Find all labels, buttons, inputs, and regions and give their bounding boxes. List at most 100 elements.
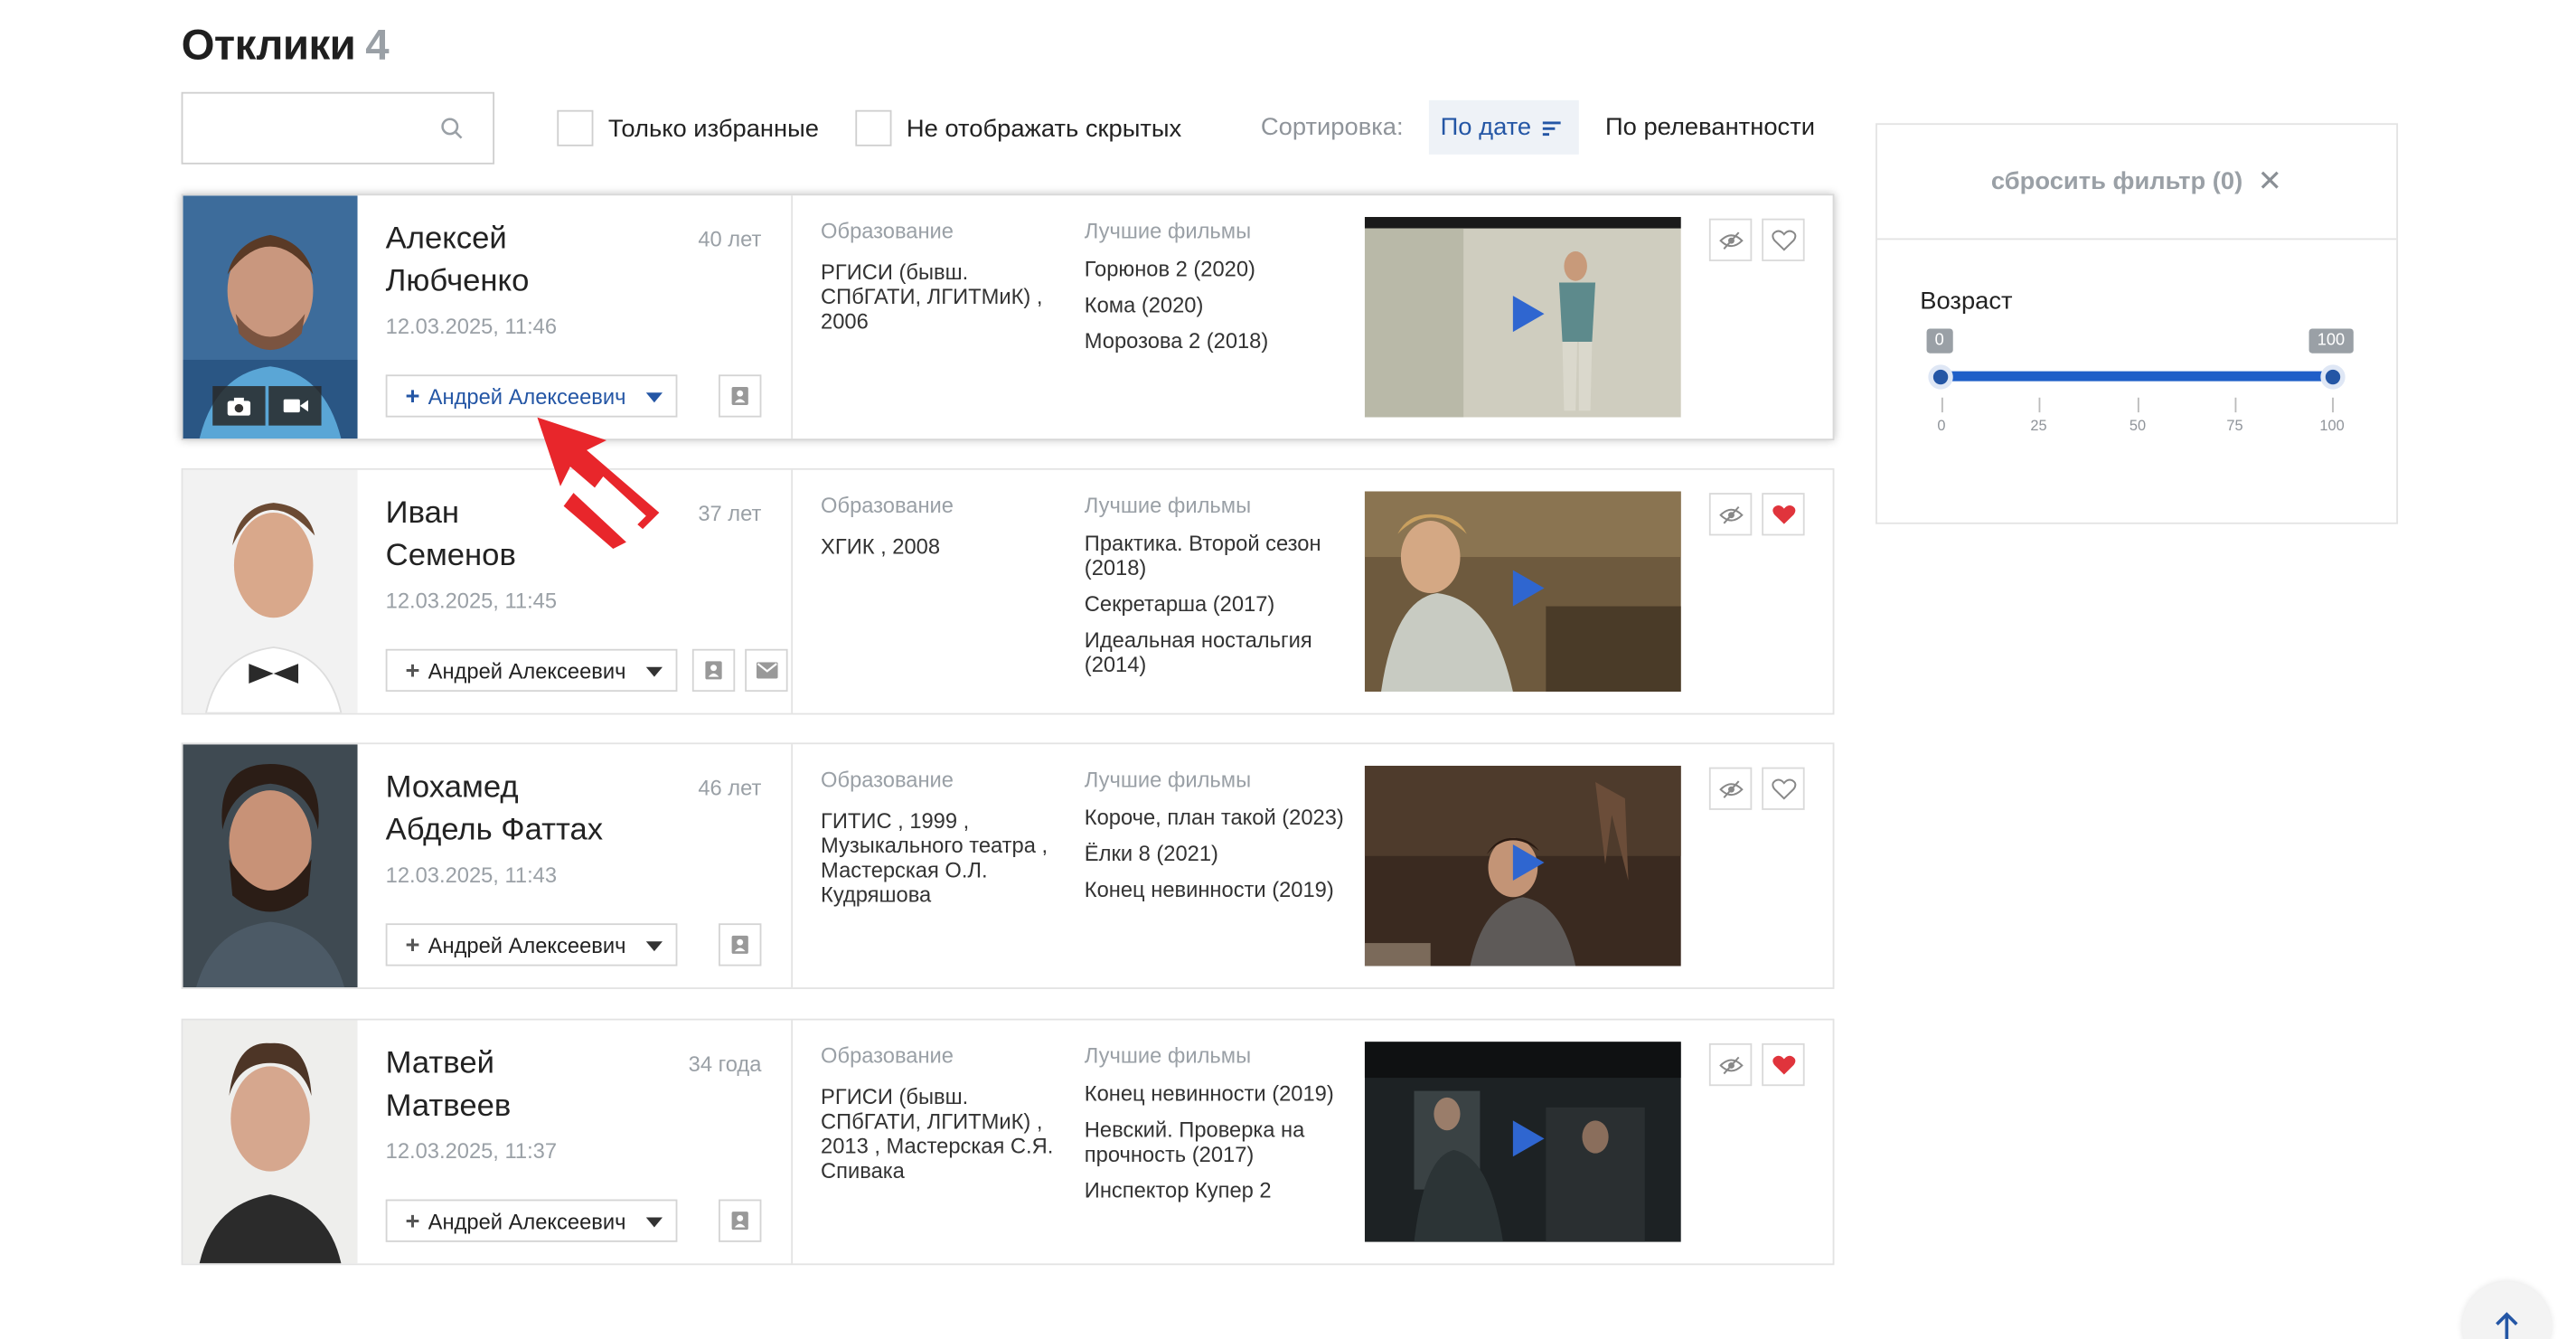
response-date: 12.03.2025, 11:46 xyxy=(385,314,558,339)
sort-by-relevance-button[interactable]: По релевантности xyxy=(1605,113,1815,141)
assignee-name: Андрей Алексеевич xyxy=(428,1208,626,1233)
response-card[interactable]: Иван Семенов 37 лет 12.03.2025, 11:45 + … xyxy=(181,467,1835,715)
assignee-name: Андрей Алексеевич xyxy=(428,383,626,409)
reset-filter-label: сбросить фильтр (0) xyxy=(1990,167,2243,196)
hide-button[interactable] xyxy=(1708,493,1753,536)
assignee-name: Андрей Алексеевич xyxy=(428,932,626,957)
contact-card-icon xyxy=(731,1212,748,1231)
film-item: Конец невинности (2019) xyxy=(1084,877,1334,902)
actor-name[interactable]: Мохамед Абдель Фаттах xyxy=(386,768,682,853)
response-card[interactable]: Мохамед Абдель Фаттах 46 лет 12.03.2025,… xyxy=(181,742,1835,989)
camera-icon[interactable] xyxy=(212,386,266,426)
education-text: ХГИК , 2008 xyxy=(821,533,941,559)
play-icon[interactable] xyxy=(1512,570,1545,607)
actor-last-name: Любченко xyxy=(385,264,530,299)
video-thumbnail[interactable] xyxy=(1364,765,1681,967)
slider-tick-label: 25 xyxy=(2030,417,2047,434)
media-badges xyxy=(212,386,322,426)
assignee-dropdown[interactable]: + Андрей Алексеевич xyxy=(385,648,678,693)
education-text: РГИСИ (бывш. СПбГАТИ, ЛГИТМиК) , 2006 xyxy=(821,259,1043,334)
favorite-button[interactable] xyxy=(1762,493,1805,536)
contact-card-button[interactable] xyxy=(719,1199,762,1242)
hide-hidden-checkbox[interactable]: Не отображать скрытых xyxy=(855,109,1181,146)
close-icon[interactable]: ✕ xyxy=(2258,165,2283,199)
page-title: Отклики 4 xyxy=(182,20,390,71)
hide-button[interactable] xyxy=(1708,767,1753,810)
plus-icon: + xyxy=(405,1206,420,1235)
slider-tick xyxy=(1941,397,1943,413)
assignee-dropdown[interactable]: + Андрей Алексеевич xyxy=(385,923,678,967)
best-films-heading: Лучшие фильмы xyxy=(1084,767,1252,792)
favorite-button[interactable] xyxy=(1762,218,1805,261)
video-camera-icon[interactable] xyxy=(268,386,322,426)
scroll-to-top-button[interactable] xyxy=(2462,1281,2552,1339)
actor-last-name: Матвеев xyxy=(385,1089,512,1124)
search-icon xyxy=(441,118,463,139)
hide-button[interactable] xyxy=(1708,1042,1753,1087)
slider-tick xyxy=(2038,397,2041,413)
film-item: Ёлки 8 (2021) xyxy=(1084,841,1218,866)
slider-tick-label: 0 xyxy=(1937,417,1946,434)
play-icon[interactable] xyxy=(1512,296,1545,333)
eye-hidden-icon xyxy=(1718,505,1743,523)
response-card[interactable]: Алексей Любченко 40 лет 12.03.2025, 11:4… xyxy=(181,193,1835,441)
response-date: 12.03.2025, 11:45 xyxy=(385,588,558,613)
best-films-heading: Лучшие фильмы xyxy=(1084,218,1252,243)
response-date: 12.03.2025, 11:43 xyxy=(385,863,558,888)
play-icon[interactable] xyxy=(1512,844,1545,882)
chevron-down-icon xyxy=(645,392,663,403)
actor-photo[interactable] xyxy=(183,469,358,713)
only-favorites-checkbox[interactable]: Только избранные xyxy=(557,109,819,146)
response-card[interactable]: Матвей Матвеев 34 года 12.03.2025, 11:37… xyxy=(181,1018,1835,1266)
actor-photo[interactable] xyxy=(183,1020,358,1264)
actor-name[interactable]: Алексей Любченко xyxy=(386,219,682,304)
age-min-handle[interactable] xyxy=(1928,364,1953,390)
assignee-dropdown[interactable]: + Андрей Алексеевич xyxy=(385,1199,678,1242)
film-item: Инспектор Купер 2 xyxy=(1084,1177,1272,1203)
assignee-dropdown[interactable]: + Андрей Алексеевич xyxy=(385,374,678,418)
actor-age: 46 лет xyxy=(698,775,762,800)
actor-age: 34 года xyxy=(688,1051,762,1077)
message-button[interactable] xyxy=(745,648,788,693)
slider-tick xyxy=(2234,397,2237,413)
eye-hidden-icon xyxy=(1718,779,1743,798)
eye-hidden-icon xyxy=(1718,231,1743,250)
education-heading: Образование xyxy=(821,1042,954,1069)
contact-card-button[interactable] xyxy=(719,923,762,967)
favorite-button[interactable] xyxy=(1762,767,1805,810)
chevron-down-icon xyxy=(645,941,663,952)
education-heading: Образование xyxy=(821,767,954,792)
sort-by-date-button[interactable]: По дате xyxy=(1428,99,1579,155)
play-icon[interactable] xyxy=(1512,1120,1545,1157)
slider-tick xyxy=(2137,397,2139,413)
contact-card-button[interactable] xyxy=(691,648,736,693)
hide-button[interactable] xyxy=(1708,218,1753,261)
plus-icon: + xyxy=(405,930,420,959)
favorite-button[interactable] xyxy=(1762,1042,1805,1087)
video-thumbnail[interactable] xyxy=(1364,1042,1681,1242)
assignee-name: Андрей Алексеевич xyxy=(428,657,626,684)
heart-filled-icon xyxy=(1772,504,1795,523)
actor-name[interactable]: Матвей Матвеев xyxy=(386,1043,682,1128)
film-item: Кома (2020) xyxy=(1084,292,1204,317)
video-thumbnail[interactable] xyxy=(1364,216,1681,418)
age-slider-track[interactable] xyxy=(1940,371,2333,382)
age-min-badge: 0 xyxy=(1926,328,1952,354)
actor-photo[interactable] xyxy=(183,195,358,439)
contact-card-button[interactable] xyxy=(719,374,762,418)
envelope-icon xyxy=(756,662,777,679)
actor-photo[interactable] xyxy=(183,744,358,988)
heart-outline-icon xyxy=(1771,778,1796,799)
age-max-badge: 100 xyxy=(2308,328,2354,354)
reset-filter-button[interactable]: сбросить фильтр (0) ✕ xyxy=(1876,125,2397,240)
heart-filled-icon xyxy=(1772,1054,1795,1074)
video-thumbnail[interactable] xyxy=(1364,491,1681,693)
age-filter-label: Возраст xyxy=(1920,288,2013,316)
age-max-handle[interactable] xyxy=(2320,364,2346,390)
checkbox-box[interactable] xyxy=(557,109,594,146)
checkbox-box[interactable] xyxy=(855,109,892,146)
film-item: Секретарша (2017) xyxy=(1084,591,1275,617)
search-input[interactable] xyxy=(181,91,495,165)
sort-label: Сортировка: xyxy=(1260,113,1404,142)
card-divider xyxy=(791,1020,794,1264)
